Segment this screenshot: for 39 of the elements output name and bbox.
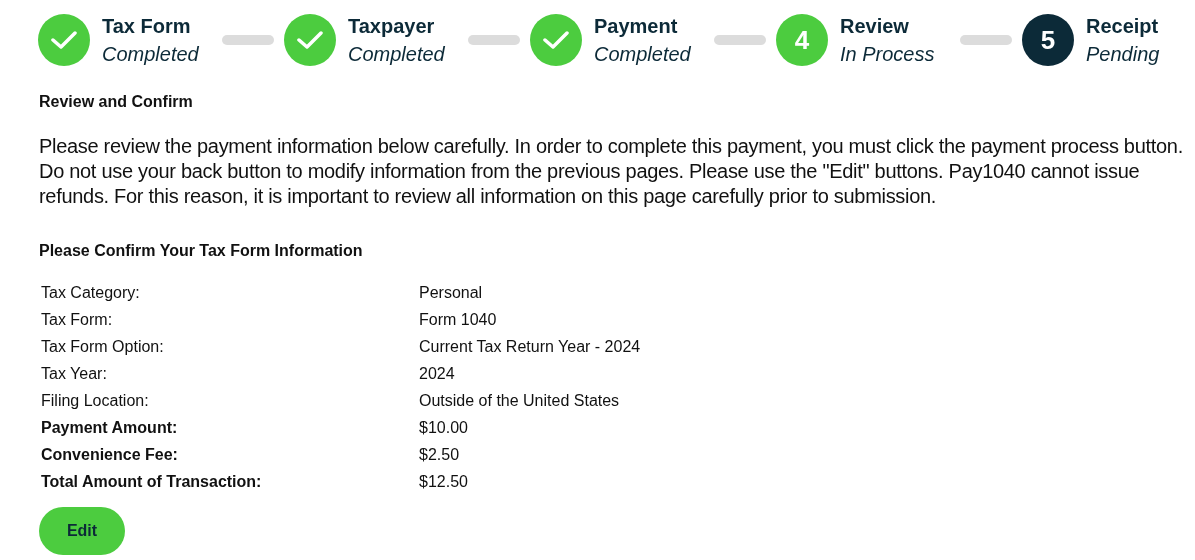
check-icon [543,30,569,50]
intro-paragraph: Please review the payment information below carefully. In order to complete this payment, you must click the payment process button. Do not use your back button to modify information from the previous pages. Please use the "Edit" buttons. Pay1040 cannot issue refunds. For this reason, it is important to review all information on this page carefully prior to submission. [39,134,1184,209]
step-status: In Process [840,42,936,67]
field-value: Outside of the United States [419,390,620,411]
field-value: $10.00 [419,417,468,438]
step-connector [714,35,766,45]
step-title: Tax Form [102,14,192,39]
step-status: Completed [594,42,692,67]
step-connector [222,35,274,45]
step-connector [468,35,520,45]
field-label: Convenience Fee: [41,444,179,465]
step-status: Completed [102,42,200,67]
section-title: Please Confirm Your Tax Form Information [39,241,364,261]
step-title: Receipt [1086,14,1160,39]
field-value: Personal [419,282,483,303]
field-label: Tax Form Option: [41,336,165,357]
step-title: Taxpayer [348,14,436,39]
section-heading: Review and Confirm [39,92,194,112]
field-value: $2.50 [419,444,460,465]
field-value: Form 1040 [419,309,497,330]
step-number: 5 [1040,23,1056,57]
step-title: Payment [594,14,679,39]
step-status: Pending [1086,42,1161,67]
step-title: Review [840,14,910,39]
step-number: 4 [794,23,810,57]
field-value: Current Tax Return Year - 2024 [419,336,641,357]
field-label: Filing Location: [41,390,150,411]
field-label: Total Amount of Transaction: [41,471,263,492]
step-connector [960,35,1012,45]
edit-button[interactable]: Edit [39,507,125,555]
step-status: Completed [348,42,446,67]
check-icon [297,30,323,50]
field-value: 2024 [419,363,455,384]
check-icon [51,30,77,50]
field-label: Tax Category: [41,282,141,303]
field-label: Tax Year: [41,363,108,384]
field-label: Payment Amount: [41,417,179,438]
field-label: Tax Form: [41,309,114,330]
field-value: $12.50 [419,471,468,492]
